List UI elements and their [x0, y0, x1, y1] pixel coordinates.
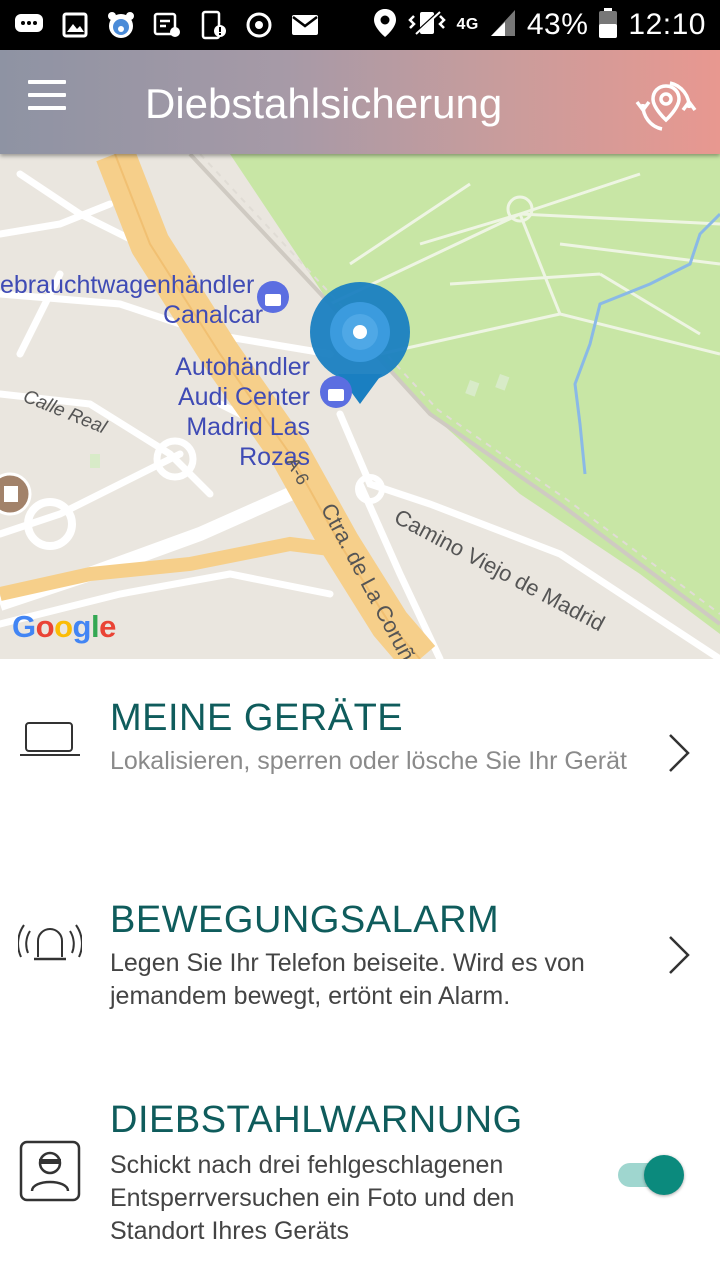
item-description: Lokalisieren, sperren oder lösche Sie Ih… — [110, 747, 627, 775]
hamburger-icon — [28, 80, 66, 84]
status-bar: 4G 43% 12:10 — [0, 0, 720, 50]
list-item-bewegungsalarm[interactable]: BEWEGUNGSALARM Legen Sie Ihr Telefon bei… — [0, 859, 720, 1059]
app-bar: Diebstahlsicherung — [0, 50, 720, 154]
item-title: BEWEGUNGSALARM — [110, 899, 500, 941]
network-type: 4G — [456, 16, 479, 33]
chevron-right-icon — [666, 933, 692, 977]
alarm-siren-icon — [17, 919, 83, 983]
locate-device-button[interactable] — [634, 74, 698, 138]
laptop-icon — [18, 715, 82, 779]
sync-icon — [244, 10, 274, 40]
vibrate-icon — [407, 8, 447, 43]
image-icon — [60, 10, 90, 40]
signal-icon — [489, 8, 517, 43]
notification-icons — [14, 10, 320, 40]
device-alert-icon — [198, 10, 228, 40]
clock: 12:10 — [628, 8, 706, 41]
battery-icon — [598, 7, 618, 44]
item-title: DIEBSTAHLWARNUNG — [110, 1099, 523, 1141]
refresh-location-icon — [635, 81, 697, 131]
battery-percent: 43% — [526, 8, 589, 41]
item-title: MEINE GERÄTE — [110, 697, 404, 739]
location-icon — [373, 8, 397, 43]
theft-warning-toggle[interactable] — [618, 1149, 684, 1195]
wifi-settings-icon — [152, 10, 182, 40]
list-item-meine-geraete[interactable]: MEINE GERÄTE Lokalisieren, sperren oder … — [0, 659, 720, 859]
system-icons: 4G 43% 12:10 — [373, 0, 706, 50]
chat-icon — [14, 10, 44, 40]
menu-button[interactable] — [22, 80, 72, 124]
list-item-diebstahlwarnung: DIEBSTAHLWARNUNG Schickt nach drei fehlg… — [0, 1059, 720, 1280]
poi-canalcar[interactable]: ebrauchtwagenhändler Canalcar — [0, 270, 263, 330]
bear-icon — [106, 10, 136, 40]
chevron-right-icon — [666, 731, 692, 775]
item-description: Legen Sie Ihr Telefon beiseite. Wird es … — [110, 949, 585, 1010]
poi-audi-center[interactable]: Autohändler Audi Center Madrid Las Rozas — [118, 352, 310, 472]
google-logo: Google — [12, 609, 116, 644]
map-view[interactable]: ebrauchtwagenhändler Canalcar Autohändle… — [0, 154, 720, 659]
mail-icon — [290, 10, 320, 40]
item-description: Schickt nach drei fehlgeschlagenen Entsp… — [110, 1151, 515, 1245]
page-title: Diebstahlsicherung — [145, 80, 503, 127]
feature-list: MEINE GERÄTE Lokalisieren, sperren oder … — [0, 659, 720, 1280]
thief-icon — [18, 1139, 82, 1203]
